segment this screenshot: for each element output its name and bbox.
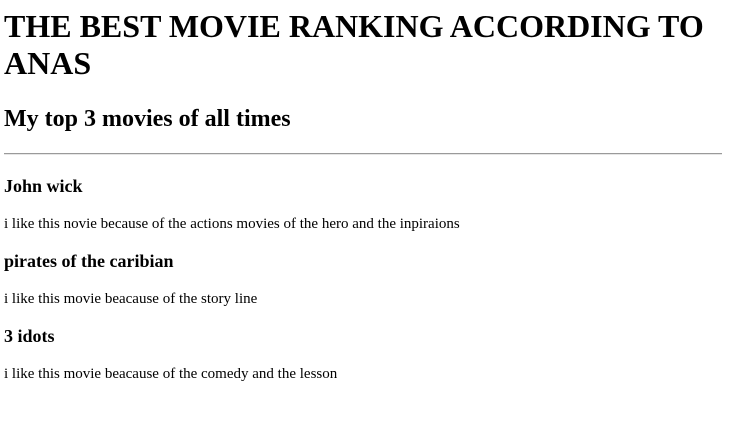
page-title: THE BEST MOVIE RANKING ACCORDING TO ANAS [4, 8, 704, 81]
divider [4, 153, 722, 155]
page-content: THE BEST MOVIE RANKING ACCORDING TO ANAS… [0, 0, 730, 383]
movie-description: i like this movie beacause of the comedy… [4, 366, 338, 382]
movie-title: pirates of the caribian [4, 251, 174, 271]
page-subtitle: My top 3 movies of all times [4, 106, 291, 132]
movie-title: John wick [4, 176, 83, 196]
movie-description: i like this movie beacause of the story … [4, 291, 258, 307]
movie-title: 3 idots [4, 326, 55, 346]
movie-description: i like this novie because of the actions… [4, 216, 460, 232]
movie-item-1: John wick i like this novie because of t… [4, 176, 726, 233]
movie-item-2: pirates of the caribian i like this movi… [4, 251, 726, 308]
movie-item-3: 3 idots i like this movie beacause of th… [4, 326, 726, 383]
